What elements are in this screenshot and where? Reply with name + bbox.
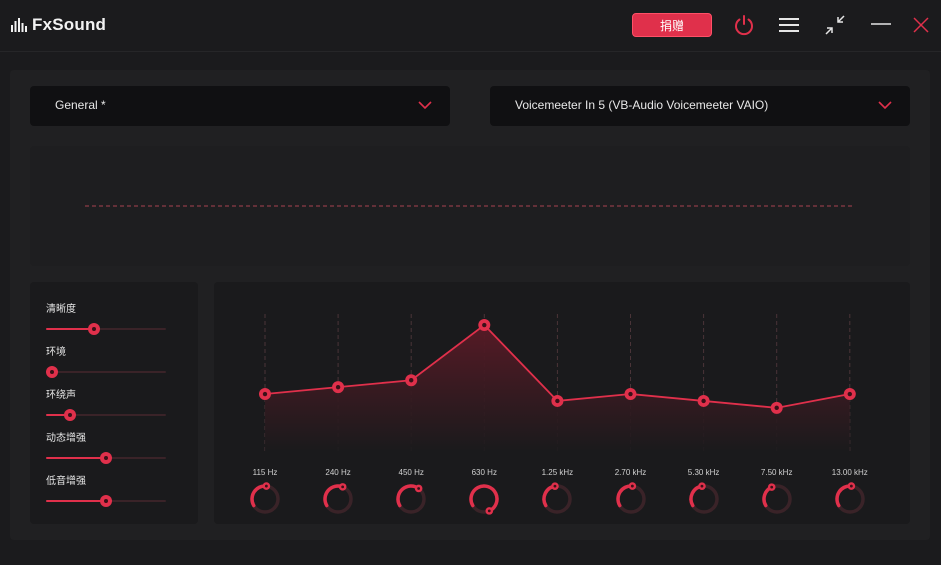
eq-band-knob[interactable]: [760, 482, 794, 516]
chevron-down-icon: [878, 101, 892, 110]
effect-slider[interactable]: [46, 409, 166, 421]
eq-band-knob[interactable]: [248, 482, 282, 516]
preset-selected: General *: [55, 98, 106, 112]
eq-band-handle-center: [774, 405, 779, 411]
eq-band-label: 630 Hz: [471, 468, 497, 477]
eq-band-label: 2.70 kHz: [614, 468, 647, 477]
effect-label: 低音增强: [46, 476, 86, 487]
slider-fill: [46, 500, 106, 502]
eq-band-label: 115 Hz: [252, 468, 278, 477]
title-bar: FxSound 捐赠: [0, 0, 941, 52]
eq-band-handle-center: [847, 391, 852, 397]
effect-slider[interactable]: [46, 452, 166, 464]
eq-band-handle-center: [701, 398, 706, 404]
effect-slider-group: 动态增强: [46, 433, 166, 473]
app-logo: FxSound: [11, 15, 106, 35]
eq-band-label: 13.00 kHz: [831, 468, 868, 477]
sound-bars-icon: [11, 18, 27, 32]
menu-icon[interactable]: [775, 11, 803, 39]
main-panel: General * Voicemeeter In 5 (VB-Audio Voi…: [10, 70, 930, 540]
effect-slider-group: 清晰度: [46, 304, 166, 344]
effect-slider-group: 环境: [46, 347, 166, 387]
eq-band-knob[interactable]: [540, 482, 574, 516]
eq-band-label: 1.25 kHz: [541, 468, 574, 477]
minimize-icon[interactable]: [867, 11, 895, 39]
eq-band-knob[interactable]: [833, 482, 867, 516]
power-icon[interactable]: [730, 11, 758, 39]
donate-button[interactable]: 捐赠: [632, 13, 712, 37]
eq-band-knob[interactable]: [467, 482, 501, 516]
eq-band-handle-center: [482, 322, 487, 328]
eq-band-label: 450 Hz: [398, 468, 424, 477]
effect-slider-group: 低音增强: [46, 476, 166, 516]
slider-fill: [46, 328, 94, 330]
eq-band-handle-center: [409, 378, 414, 383]
chevron-down-icon: [418, 101, 432, 110]
slider-thumb[interactable]: [88, 323, 100, 335]
slider-thumb[interactable]: [100, 452, 112, 464]
eq-band-label: 240 Hz: [325, 468, 351, 477]
output-device-dropdown[interactable]: Voicemeeter In 5 (VB-Audio Voicemeeter V…: [490, 86, 910, 126]
effect-slider-group: 环绕声: [46, 390, 166, 430]
slider-track: [46, 371, 166, 373]
effect-label: 环境: [46, 347, 66, 358]
slider-thumb[interactable]: [46, 366, 58, 378]
slider-thumb[interactable]: [64, 409, 76, 421]
slider-fill: [46, 457, 106, 459]
effects-panel: 清晰度环境环绕声动态增强低音增强: [30, 282, 198, 524]
effect-slider[interactable]: [46, 323, 166, 335]
eq-band-label: 5.30 kHz: [687, 468, 720, 477]
eq-band-handle-center: [262, 391, 268, 397]
app-name: FxSound: [32, 15, 107, 34]
output-device-selected: Voicemeeter In 5 (VB-Audio Voicemeeter V…: [515, 98, 769, 112]
preset-dropdown[interactable]: General *: [30, 86, 450, 126]
effect-label: 环绕声: [46, 390, 76, 401]
effect-slider[interactable]: [46, 495, 166, 507]
close-icon[interactable]: [907, 11, 935, 39]
eq-band-label: 7.50 kHz: [760, 468, 793, 477]
effect-label: 清晰度: [46, 304, 76, 315]
eq-band-knob[interactable]: [687, 482, 721, 516]
eq-band-handle-center: [628, 391, 633, 397]
spectrum-visualizer: [30, 146, 910, 266]
minimize-to-mini-icon[interactable]: [821, 11, 849, 39]
eq-band-knob[interactable]: [614, 482, 648, 516]
eq-band-handle-center: [555, 398, 560, 404]
effect-slider[interactable]: [46, 366, 166, 378]
equalizer-panel: 115 Hz 240 Hz 450 Hz 630 Hz 1.25 kHz 2.70 kHz…: [214, 282, 910, 524]
effect-label: 动态增强: [46, 433, 86, 444]
eq-band-knob[interactable]: [321, 482, 355, 516]
eq-band-knob[interactable]: [394, 482, 428, 516]
slider-thumb[interactable]: [100, 495, 112, 507]
eq-band-handle-center: [335, 384, 341, 390]
